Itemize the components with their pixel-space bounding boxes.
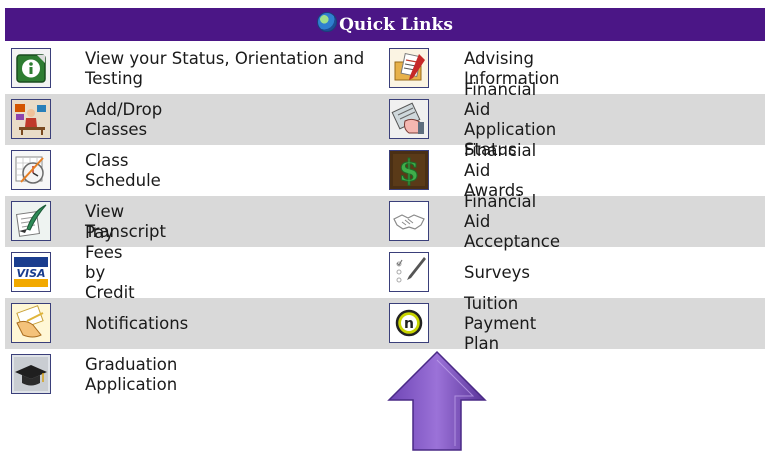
calendar-clock-icon[interactable]: [11, 150, 51, 190]
globe-icon: [317, 11, 338, 32]
quick-links-header: Quick Links: [5, 8, 765, 41]
info-icon[interactable]: [11, 48, 51, 88]
links-row-1: View your Status, Orientation and Testin…: [5, 43, 765, 94]
envelope-hand-icon[interactable]: [11, 303, 51, 343]
link-label-graduation[interactable]: Graduation Application: [85, 355, 177, 395]
link-label-fa-acceptance[interactable]: Financial Aid Acceptance: [464, 192, 560, 252]
header-title: Quick Links: [339, 14, 453, 35]
svg-text:n: n: [404, 316, 414, 332]
handshake-icon[interactable]: [389, 201, 429, 241]
nelnet-n-icon[interactable]: n: [389, 303, 429, 343]
student-desk-icon[interactable]: [11, 99, 51, 139]
visa-card-icon[interactable]: VISA: [11, 252, 51, 292]
graduation-cap-icon[interactable]: [11, 354, 51, 394]
dollar-sign-icon[interactable]: $: [389, 150, 429, 190]
link-label-add-drop[interactable]: Add/Drop Classes: [85, 100, 162, 140]
links-row-6: Notifications n Tuition Payment Plan: [5, 294, 765, 353]
link-label-surveys[interactable]: Surveys: [464, 263, 530, 283]
checklist-pen-icon[interactable]: [389, 252, 429, 292]
folder-documents-icon[interactable]: [389, 48, 429, 88]
link-label-tuition-plan[interactable]: Tuition Payment Plan: [464, 294, 536, 354]
svg-text:VISA: VISA: [16, 267, 45, 280]
up-arrow-icon: [387, 350, 487, 451]
link-label-notifications[interactable]: Notifications: [85, 314, 188, 334]
hand-form-icon[interactable]: [389, 99, 429, 139]
links-row-3: Class Schedule $ Financial Aid Awards: [5, 141, 765, 200]
link-label-class-schedule[interactable]: Class Schedule: [85, 151, 161, 191]
links-row-2: Add/Drop Classes Financial Aid Applicati…: [5, 80, 765, 159]
svg-text:$: $: [399, 154, 420, 188]
quill-document-icon[interactable]: [11, 201, 51, 241]
link-label-status[interactable]: View your Status, Orientation and Testin…: [85, 49, 375, 89]
links-row-5: VISA Pay Fees by Credit Card Surveys: [5, 223, 765, 322]
